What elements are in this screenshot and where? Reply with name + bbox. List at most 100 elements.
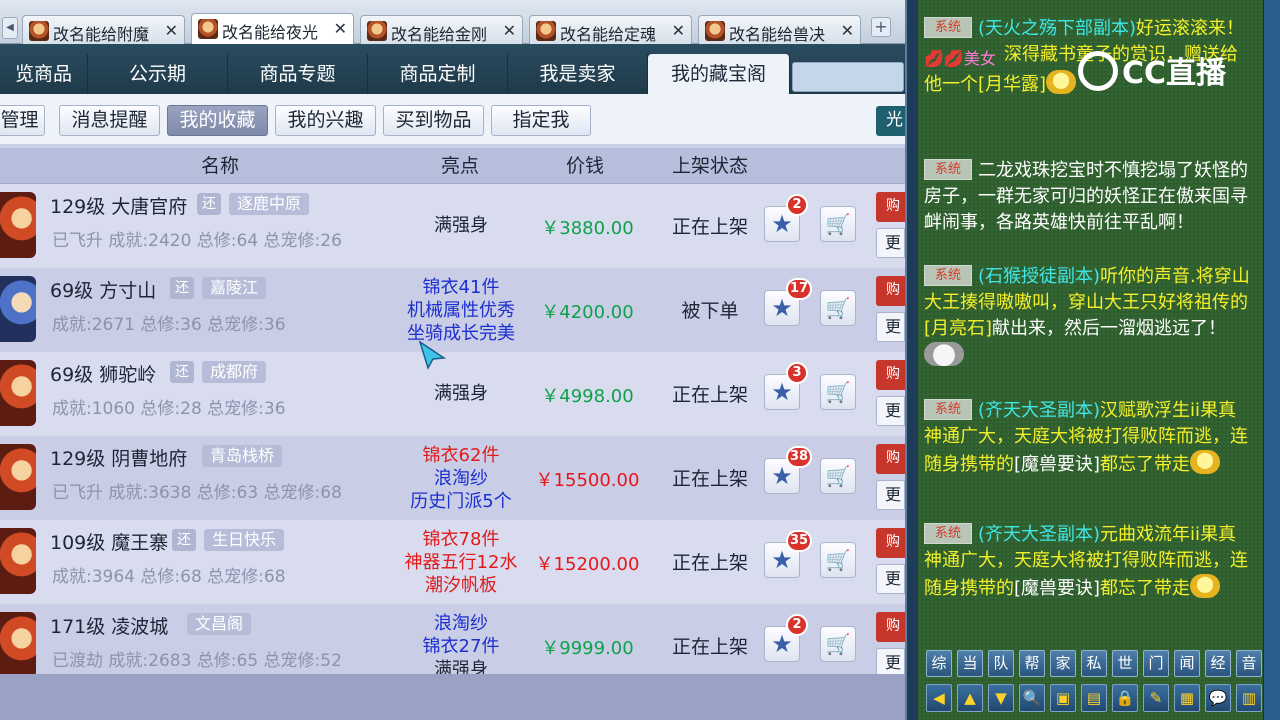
price: ￥9999.00 xyxy=(541,638,634,659)
cart-icon[interactable]: 🛒 xyxy=(820,290,856,326)
chat-tool-icon[interactable]: ✎ xyxy=(1143,684,1169,712)
chat-channel-tab[interactable]: 世 xyxy=(1112,650,1138,677)
chat-tool-icon[interactable]: ▲ xyxy=(957,684,983,712)
browser-tab[interactable]: 改名能给金刚 ✕ xyxy=(360,15,523,44)
browser-tab[interactable]: 改名能给兽决 ✕ xyxy=(698,15,861,44)
chat-channel-tab[interactable]: 私 xyxy=(1081,650,1107,677)
more-button[interactable]: 更 xyxy=(876,396,905,426)
subnav-button[interactable]: 买到物品 xyxy=(383,105,484,136)
highlight-text: 历史门派5个 xyxy=(410,491,512,512)
chat-tool-icon[interactable]: ▦ xyxy=(1174,684,1200,712)
chat-tool-icon[interactable]: 🔍 xyxy=(1019,684,1045,712)
browser-tab[interactable]: 改名能给附魔 ✕ xyxy=(22,15,185,44)
highlight-text: 神器五行12水 xyxy=(404,552,518,573)
nav-tab[interactable]: 商品定制 xyxy=(368,54,508,94)
chat-channel-tab[interactable]: 帮 xyxy=(1019,650,1045,677)
favorite-count-badge: 17 xyxy=(786,278,813,300)
cart-icon[interactable]: 🛒 xyxy=(820,206,856,242)
chat-channel-tab[interactable]: 经 xyxy=(1205,650,1231,677)
new-tab-button[interactable]: + xyxy=(871,17,891,37)
more-button[interactable]: 更 xyxy=(876,564,905,594)
nav-tab[interactable]: 览商品 xyxy=(0,54,88,94)
chat-tool-icon[interactable]: 💬 xyxy=(1205,684,1231,712)
close-icon[interactable]: ✕ xyxy=(672,21,685,40)
cart-icon[interactable]: 🛒 xyxy=(820,626,856,662)
table-row[interactable]: 69级 方寸山还嘉陵江 成就:2671 总修:36 总宠修:36 锦衣41件 机械属性… xyxy=(0,268,905,352)
system-channel-badge: 系统 xyxy=(924,265,972,286)
buy-button[interactable]: 购 xyxy=(876,528,905,558)
subnav-button[interactable]: 我的收藏 xyxy=(167,105,268,136)
more-button[interactable]: 更 xyxy=(876,312,905,342)
table-row[interactable]: 129级 阴曹地府 青岛栈桥 已飞升 成就:3638 总修:63 总宠修:68 锦衣6… xyxy=(0,436,905,520)
col-name-header: 名称 xyxy=(200,155,239,177)
character-stats: 成就:2671 总修:36 总宠修:36 xyxy=(52,315,286,335)
favorite-count-badge: 3 xyxy=(786,362,808,384)
chat-text: 献出来，然后一溜烟逃远了！ xyxy=(992,318,1227,339)
browser-tab[interactable]: 改名能给定魂 ✕ xyxy=(529,15,692,44)
highlight-text: 锦衣78件 xyxy=(422,529,500,550)
table-row[interactable]: 171级 凌波城 文昌阁 已渡劫 成就:2683 总修:65 总宠修:52 浪淘纱 锦衣… xyxy=(0,604,905,674)
chat-channel-tab[interactable]: 当 xyxy=(957,650,983,677)
chat-text: (石猴授徒副本) xyxy=(978,266,1101,287)
col-highlight-header: 亮点 xyxy=(440,155,479,177)
chat-tool-icon[interactable]: ▼ xyxy=(988,684,1014,712)
browser-tab[interactable]: 改名能给夜光 ✕ xyxy=(191,13,354,44)
cart-icon[interactable]: 🛒 xyxy=(820,542,856,578)
chat-scrollbar[interactable] xyxy=(1263,0,1280,720)
chat-channel-tab[interactable]: 闻 xyxy=(1174,650,1200,677)
close-icon[interactable]: ✕ xyxy=(334,19,347,38)
browser-tab-label: 改名能给兽决 xyxy=(729,25,826,44)
more-button[interactable]: 更 xyxy=(876,228,905,258)
listing-status: 正在上架 xyxy=(671,468,748,490)
table-row[interactable]: 109级 魔王寨还生日快乐 成就:3964 总修:68 总宠修:68 锦衣78件 神器… xyxy=(0,520,905,604)
nav-tab[interactable]: 我的藏宝阁 xyxy=(648,54,790,94)
more-button[interactable]: 更 xyxy=(876,648,905,674)
table-row[interactable]: 129级 大唐官府还逐鹿中原 已飞升 成就:2420 总修:64 总宠修:26 满强… xyxy=(0,184,905,268)
listing-status: 正在上架 xyxy=(671,552,748,574)
cart-icon[interactable]: 🛒 xyxy=(820,458,856,494)
subnav-button[interactable]: 管理 xyxy=(0,105,45,136)
buy-button[interactable]: 购 xyxy=(876,360,905,390)
avatar xyxy=(0,276,36,342)
system-channel-badge: 系统 xyxy=(924,523,972,544)
table-row[interactable]: 69级 狮驼岭还成都府 成就:1060 总修:28 总宠修:36 满强身 ￥4998.… xyxy=(0,352,905,436)
close-icon[interactable]: ✕ xyxy=(503,21,516,40)
highlight-text: 机械属性优秀 xyxy=(407,300,515,321)
character-stats: 已渡劫 成就:2683 总修:65 总宠修:52 xyxy=(52,651,342,671)
nav-tab[interactable]: 商品专题 xyxy=(228,54,368,94)
buy-button[interactable]: 购 xyxy=(876,192,905,222)
subnav-button[interactable]: 我的兴趣 xyxy=(275,105,376,136)
close-icon[interactable]: ✕ xyxy=(841,21,854,40)
chat-channel-tab[interactable]: 音 xyxy=(1236,650,1262,677)
sub-nav-right-button[interactable]: 光 xyxy=(876,106,905,136)
chat-tool-icon[interactable]: ▤ xyxy=(1081,684,1107,712)
chat-channel-tab[interactable]: 家 xyxy=(1050,650,1076,677)
nav-tab[interactable]: 公示期 xyxy=(88,54,228,94)
highlight-text: 锦衣27件 xyxy=(422,636,500,657)
chat-channel-tab[interactable]: 门 xyxy=(1143,650,1169,677)
chat-channel-tab[interactable]: 综 xyxy=(926,650,952,677)
subnav-button[interactable]: 消息提醒 xyxy=(59,105,160,136)
smiley-emote-icon xyxy=(1046,70,1077,94)
chat-channel-tab[interactable]: 队 xyxy=(988,650,1014,677)
nav-search-input[interactable] xyxy=(792,62,904,92)
listing-status: 正在上架 xyxy=(671,216,748,238)
chat-tool-icon[interactable]: ▣ xyxy=(1050,684,1076,712)
buy-button[interactable]: 购 xyxy=(876,276,905,306)
panel-separator[interactable] xyxy=(905,0,918,720)
chat-tool-icon[interactable]: ◀ xyxy=(926,684,952,712)
chat-tool-icon[interactable]: ▥ xyxy=(1236,684,1262,712)
close-icon[interactable]: ✕ xyxy=(165,21,178,40)
buy-button[interactable]: 购 xyxy=(876,444,905,474)
nav-tab[interactable]: 我是卖家 xyxy=(508,54,648,94)
listing-status: 正在上架 xyxy=(671,384,748,406)
chat-tool-icon[interactable]: 🔒 xyxy=(1112,684,1138,712)
tab-scroll-left-button[interactable]: ◀ xyxy=(2,17,18,39)
chat-text: 元曲戏流年ii xyxy=(1100,524,1201,545)
subnav-button[interactable]: 指定我 xyxy=(491,105,591,136)
price: ￥4998.00 xyxy=(541,386,634,407)
cart-icon[interactable]: 🛒 xyxy=(820,374,856,410)
more-button[interactable]: 更 xyxy=(876,480,905,510)
smiley-emote-icon xyxy=(1190,450,1221,474)
buy-button[interactable]: 购 xyxy=(876,612,905,642)
